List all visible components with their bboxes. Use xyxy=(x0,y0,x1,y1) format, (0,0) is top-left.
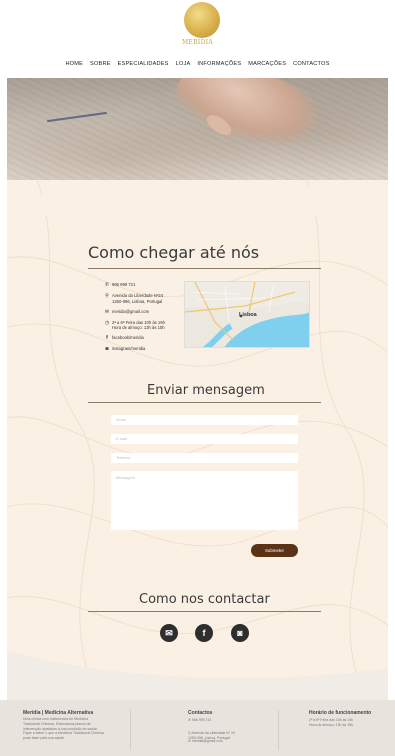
hero-curve-shape xyxy=(7,184,388,215)
submit-button[interactable]: Submeter xyxy=(251,544,298,557)
email-social-icon[interactable]: ✉ xyxy=(160,624,178,642)
nav-sobre[interactable]: SOBRE xyxy=(90,61,111,67)
email-field[interactable]: E-mail xyxy=(111,434,298,444)
location-section-title: Como chegar até nós xyxy=(88,243,260,262)
site-header: MERIDIA HOME SOBRE ESPECIALIDADES LOJA I… xyxy=(0,0,395,74)
name-field[interactable]: Nome xyxy=(111,415,298,425)
footer-contacts-phone: ✆ 966 999 721 xyxy=(188,718,211,723)
footer-divider-1 xyxy=(130,710,131,750)
map-city-label: Lisboa xyxy=(239,312,257,318)
main-nav: HOME SOBRE ESPECIALIDADES LOJA INFORMAÇÕ… xyxy=(0,61,395,67)
contact-facebook-text[interactable]: facebook/meridia xyxy=(112,335,144,341)
footer-phone-text: 966 999 721 xyxy=(191,718,212,722)
phone-field[interactable]: Telefone xyxy=(111,453,298,463)
footer-email-text[interactable]: meridia@gmail.com xyxy=(192,739,223,743)
mail-icon: ✉ xyxy=(104,308,110,315)
bottom-wave xyxy=(7,650,388,700)
nav-contactos[interactable]: CONTACTOS xyxy=(293,61,329,67)
message-title-rule xyxy=(88,402,321,403)
contact-info-list: ✆ 966 999 721 ⚲ Avenida da Liberdade Nº2… xyxy=(102,282,184,357)
footer-hours-title: Horário de funcionamento xyxy=(309,710,372,716)
footer-divider-2 xyxy=(278,710,279,750)
message-section-title: Enviar mensagem xyxy=(147,383,265,398)
meridia-logo-icon[interactable] xyxy=(184,2,220,38)
contact-address: ⚲ Avenida da Liberdade Nº24 1250-096, Li… xyxy=(102,293,184,305)
message-field[interactable]: Mensagem xyxy=(111,471,298,530)
nav-home[interactable]: HOME xyxy=(65,61,83,67)
contact-instagram-text[interactable]: instagram/meridia xyxy=(112,346,145,352)
phone-icon: ✆ xyxy=(104,282,110,288)
hero-curve xyxy=(7,175,388,215)
contact-address-text: Avenida da Liberdade Nº24 1250-096, Lisb… xyxy=(112,293,164,304)
instagram-social-icon[interactable]: ◙ xyxy=(231,624,249,642)
instagram-icon: ◙ xyxy=(105,346,109,353)
contact-email-text[interactable]: meridia@gmail.com xyxy=(112,309,149,315)
nav-informacoes[interactable]: INFORMAÇÕES xyxy=(197,61,241,67)
logo-text: MERIDIA xyxy=(181,39,214,46)
nav-especialidades[interactable]: ESPECIALIDADES xyxy=(118,61,169,67)
footer-about-title: Meridia | Medicina Alternativa xyxy=(23,710,94,716)
social-title-rule xyxy=(88,611,321,612)
footer-contacts-email: ✉ meridia@gmail.com xyxy=(188,739,223,744)
contact-hours: ◷ 2ª a 6ª Feira das 10h às 19h Hora de a… xyxy=(102,320,184,332)
contact-instagram: ◙ instagram/meridia xyxy=(102,346,184,353)
footer-contacts-title: Contactos xyxy=(188,710,213,716)
contact-phone-text: 966 999 721 xyxy=(112,282,136,287)
nav-loja[interactable]: LOJA xyxy=(176,61,191,67)
location-pin-icon: ⚲ xyxy=(105,293,109,299)
location-map[interactable]: Lisboa xyxy=(184,281,310,348)
clock-icon: ◷ xyxy=(104,319,110,326)
bottom-wave-shape xyxy=(7,650,388,700)
contact-facebook: f facebook/meridia xyxy=(102,335,184,342)
contact-hours-text: 2ª a 6ª Feira das 10h às 19h Hora de alm… xyxy=(112,319,165,331)
contact-email: ✉ meridia@gmail.com xyxy=(102,309,184,316)
footer-about-text: Uma clínica com tratamentos de Medicina … xyxy=(23,717,104,741)
contact-phone: ✆ 966 999 721 xyxy=(102,282,184,289)
facebook-icon: f xyxy=(106,335,108,342)
facebook-social-icon[interactable]: f xyxy=(195,624,213,642)
location-title-rule xyxy=(88,268,321,269)
footer-hours-text: 2ª a 6ª Feira das 10h às 19h Hora de alm… xyxy=(309,718,354,727)
social-section-title: Como nos contactar xyxy=(139,592,270,607)
nav-marcacoes[interactable]: MARCAÇÕES xyxy=(248,61,286,67)
